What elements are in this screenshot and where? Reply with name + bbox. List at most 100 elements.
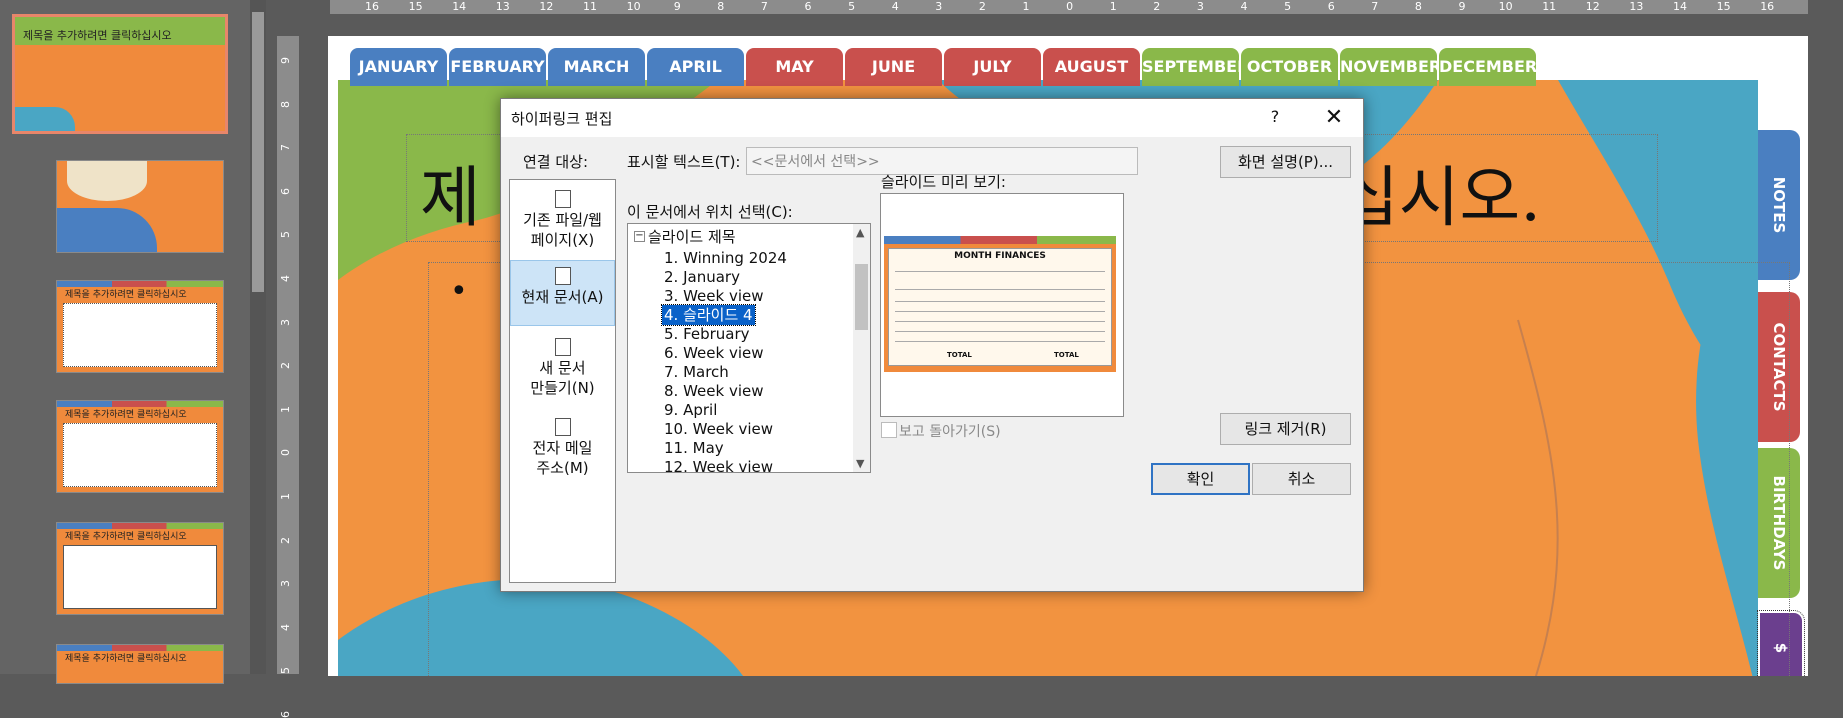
nav-create-new-document[interactable]: 새 문서 만들기(N) xyxy=(510,332,615,410)
vertical-ruler: 9 8 7 6 5 4 3 2 1 0 1 2 3 4 5 6 xyxy=(277,36,299,718)
show-and-return-label: 보고 돌아가기(S) xyxy=(899,424,1001,440)
ruler-tick-label: 5 xyxy=(848,0,856,13)
new-document-icon xyxy=(554,338,571,356)
ruler-tick-label: 10 xyxy=(626,0,641,13)
month-tab-july[interactable]: JULY xyxy=(944,48,1041,86)
tree-item-slide[interactable]: 4. 슬라이드 4 xyxy=(661,304,756,326)
month-tab-may[interactable]: MAY xyxy=(746,48,843,86)
thumbnail-scrollbar[interactable] xyxy=(250,0,266,674)
nav-email-address[interactable]: 전자 메일 주소(M) xyxy=(510,412,615,490)
ruler-tick-label: 0 xyxy=(279,449,292,457)
month-tab-january[interactable]: JANUARY xyxy=(350,48,447,86)
tree-item-slide[interactable]: 5. February xyxy=(664,324,750,344)
month-tab-march[interactable]: MARCH xyxy=(548,48,645,86)
remove-link-button[interactable]: 링크 제거(R) xyxy=(1220,413,1351,445)
tree-item-slide[interactable]: 7. March xyxy=(664,362,729,382)
scrollbar-thumb[interactable] xyxy=(252,12,264,292)
ruler-tick-label: 4 xyxy=(891,0,899,13)
tree-item-slide[interactable]: 11. May xyxy=(664,438,724,458)
tree-item-slide[interactable]: 3. Week view xyxy=(664,286,764,306)
slide-thumbnail-5[interactable]: 제목을 추가하려면 클릭하십시오 xyxy=(56,522,224,615)
month-tab-september[interactable]: SEPTEMBER xyxy=(1142,48,1249,86)
tree-root-slide-titles[interactable]: 슬라이드 제목 xyxy=(648,226,736,247)
slide-preview-label: 슬라이드 미리 보기: xyxy=(881,173,1006,191)
ruler-tick-label: 4 xyxy=(279,623,292,631)
ok-button[interactable]: 확인 xyxy=(1151,463,1250,495)
slide-thumbnail-4[interactable]: 제목을 추가하려면 클릭하십시오 xyxy=(56,400,224,493)
ruler-tick-label: 8 xyxy=(1414,0,1422,13)
month-tab-april[interactable]: APRIL xyxy=(647,48,744,86)
scrollbar-thumb[interactable] xyxy=(855,264,868,330)
month-tab-february[interactable]: FEBRUARY xyxy=(449,48,546,86)
month-tab-november[interactable]: NOVEMBER xyxy=(1340,48,1441,86)
tree-scrollbar[interactable]: ▲ ▼ xyxy=(853,224,870,472)
tree-item-slide[interactable]: 2. January xyxy=(664,267,740,287)
show-and-return-checkbox[interactable] xyxy=(881,422,897,438)
ruler-tick-label: 3 xyxy=(935,0,943,13)
screentip-button[interactable]: 화면 설명(P)... xyxy=(1220,146,1351,178)
ruler-tick-label: 16 xyxy=(1760,0,1775,13)
ruler-tick-label: 1 xyxy=(1109,0,1117,13)
ruler-tick-label: 9 xyxy=(673,0,681,13)
ruler-tick-label: 3 xyxy=(279,580,292,588)
ruler-tick-label: 7 xyxy=(279,144,292,152)
dialog-title: 하이퍼링크 편집 xyxy=(511,110,613,128)
ruler-tick-label: 3 xyxy=(279,318,292,326)
ruler-tick-label: 12 xyxy=(1585,0,1600,13)
ruler-tick-label: 2 xyxy=(1153,0,1161,13)
ruler-tick-label: 6 xyxy=(1327,0,1335,13)
nav-existing-file[interactable]: 기존 파일/웹 페이지(X) xyxy=(510,184,615,262)
dialog-titlebar: 하이퍼링크 편집 ? ✕ xyxy=(501,99,1363,137)
tree-item-slide[interactable]: 9. April xyxy=(664,400,717,420)
tree-item-slide[interactable]: 12. Week view xyxy=(664,457,773,472)
place-in-document-tree[interactable]: − 슬라이드 제목 1. Winning 2024 2. January 3. We… xyxy=(627,223,871,473)
thumb-title: 제목을 추가하려면 클릭하십시오 xyxy=(65,410,187,420)
ruler-tick-label: 5 xyxy=(279,667,292,675)
side-tab-notes[interactable]: NOTES xyxy=(1758,130,1800,280)
scroll-down-arrow-icon[interactable]: ▼ xyxy=(856,457,864,470)
month-tab-august[interactable]: AUGUST xyxy=(1043,48,1140,86)
tree-item-slide[interactable]: 1. Winning 2024 xyxy=(664,248,787,268)
collapse-toggle-icon[interactable]: − xyxy=(634,231,645,242)
help-button[interactable]: ? xyxy=(1263,105,1287,129)
ruler-tick-label: 11 xyxy=(583,0,597,13)
slide-thumbnail-1[interactable]: 제목을 추가하려면 클릭하십시오 xyxy=(12,14,228,134)
cancel-button[interactable]: 취소 xyxy=(1252,463,1351,495)
month-tab-december[interactable]: DECEMBER xyxy=(1439,48,1537,86)
ruler-tick-label: 13 xyxy=(1629,0,1644,13)
month-tab-october[interactable]: OCTOBER xyxy=(1241,48,1338,86)
ruler-tick-label: 1 xyxy=(1022,0,1030,13)
tree-item-slide[interactable]: 8. Week view xyxy=(664,381,764,401)
tree-item-slide[interactable]: 10. Week view xyxy=(664,419,773,439)
ruler-tick-label: 9 xyxy=(1458,0,1466,13)
slide-title-right-fragment: 십시오. xyxy=(1338,159,1542,236)
tree-item-slide[interactable]: 6. Week view xyxy=(664,343,764,363)
ruler-tick-label: 11 xyxy=(1542,0,1557,13)
month-tab-june[interactable]: JUNE xyxy=(845,48,942,86)
horizontal-ruler: 16 15 14 13 12 11 10 9 8 7 6 5 4 3 2 1 0 1 2 3 4 5 6 7 8 9 10 11 12 1… xyxy=(330,0,1808,14)
link-to-list: 기존 파일/웹 페이지(X) 현재 문서(A) 새 문서 만들기(N) 전자 메… xyxy=(509,179,616,583)
thumb-title: 제목을 추가하려면 클릭하십시오 xyxy=(65,290,187,300)
ruler-tick-label: 15 xyxy=(408,0,423,13)
nav-place-in-document[interactable]: 현재 문서(A) xyxy=(510,260,615,326)
slide-thumbnail-6[interactable]: 제목을 추가하려면 클릭하십시오 xyxy=(56,644,224,684)
scroll-up-arrow-icon[interactable]: ▲ xyxy=(856,226,864,239)
ruler-tick-label: 1 xyxy=(279,405,292,413)
ruler-tick-label: 14 xyxy=(1673,0,1687,13)
ruler-tick-label: 9 xyxy=(279,57,292,64)
close-icon[interactable]: ✕ xyxy=(1319,103,1349,133)
ruler-tick-label: 13 xyxy=(495,0,510,13)
nav-label: 주소(M) xyxy=(536,459,589,477)
thumb-title: 제목을 추가하려면 클릭하십시오 xyxy=(23,29,172,42)
ruler-tick-label: 6 xyxy=(804,0,812,13)
ruler-tick-label: 4 xyxy=(1240,0,1248,13)
ruler-tick-label: 7 xyxy=(1371,0,1379,13)
preview-slide-image: MONTH FINANCES TOTAL TOTAL xyxy=(884,236,1116,372)
ruler-tick-label: 10 xyxy=(1498,0,1513,13)
bullet-point: • xyxy=(450,274,468,309)
ruler-tick-label: 14 xyxy=(452,0,467,13)
slide-thumbnail-pane: 제목을 추가하려면 클릭하십시오 제목을 추가하려면 클릭하십시오 제목을 추가… xyxy=(0,0,266,684)
nav-label: 전자 메일 xyxy=(532,439,593,457)
slide-thumbnail-3[interactable]: 제목을 추가하려면 클릭하십시오 xyxy=(56,280,224,373)
slide-thumbnail-2[interactable] xyxy=(56,160,224,253)
